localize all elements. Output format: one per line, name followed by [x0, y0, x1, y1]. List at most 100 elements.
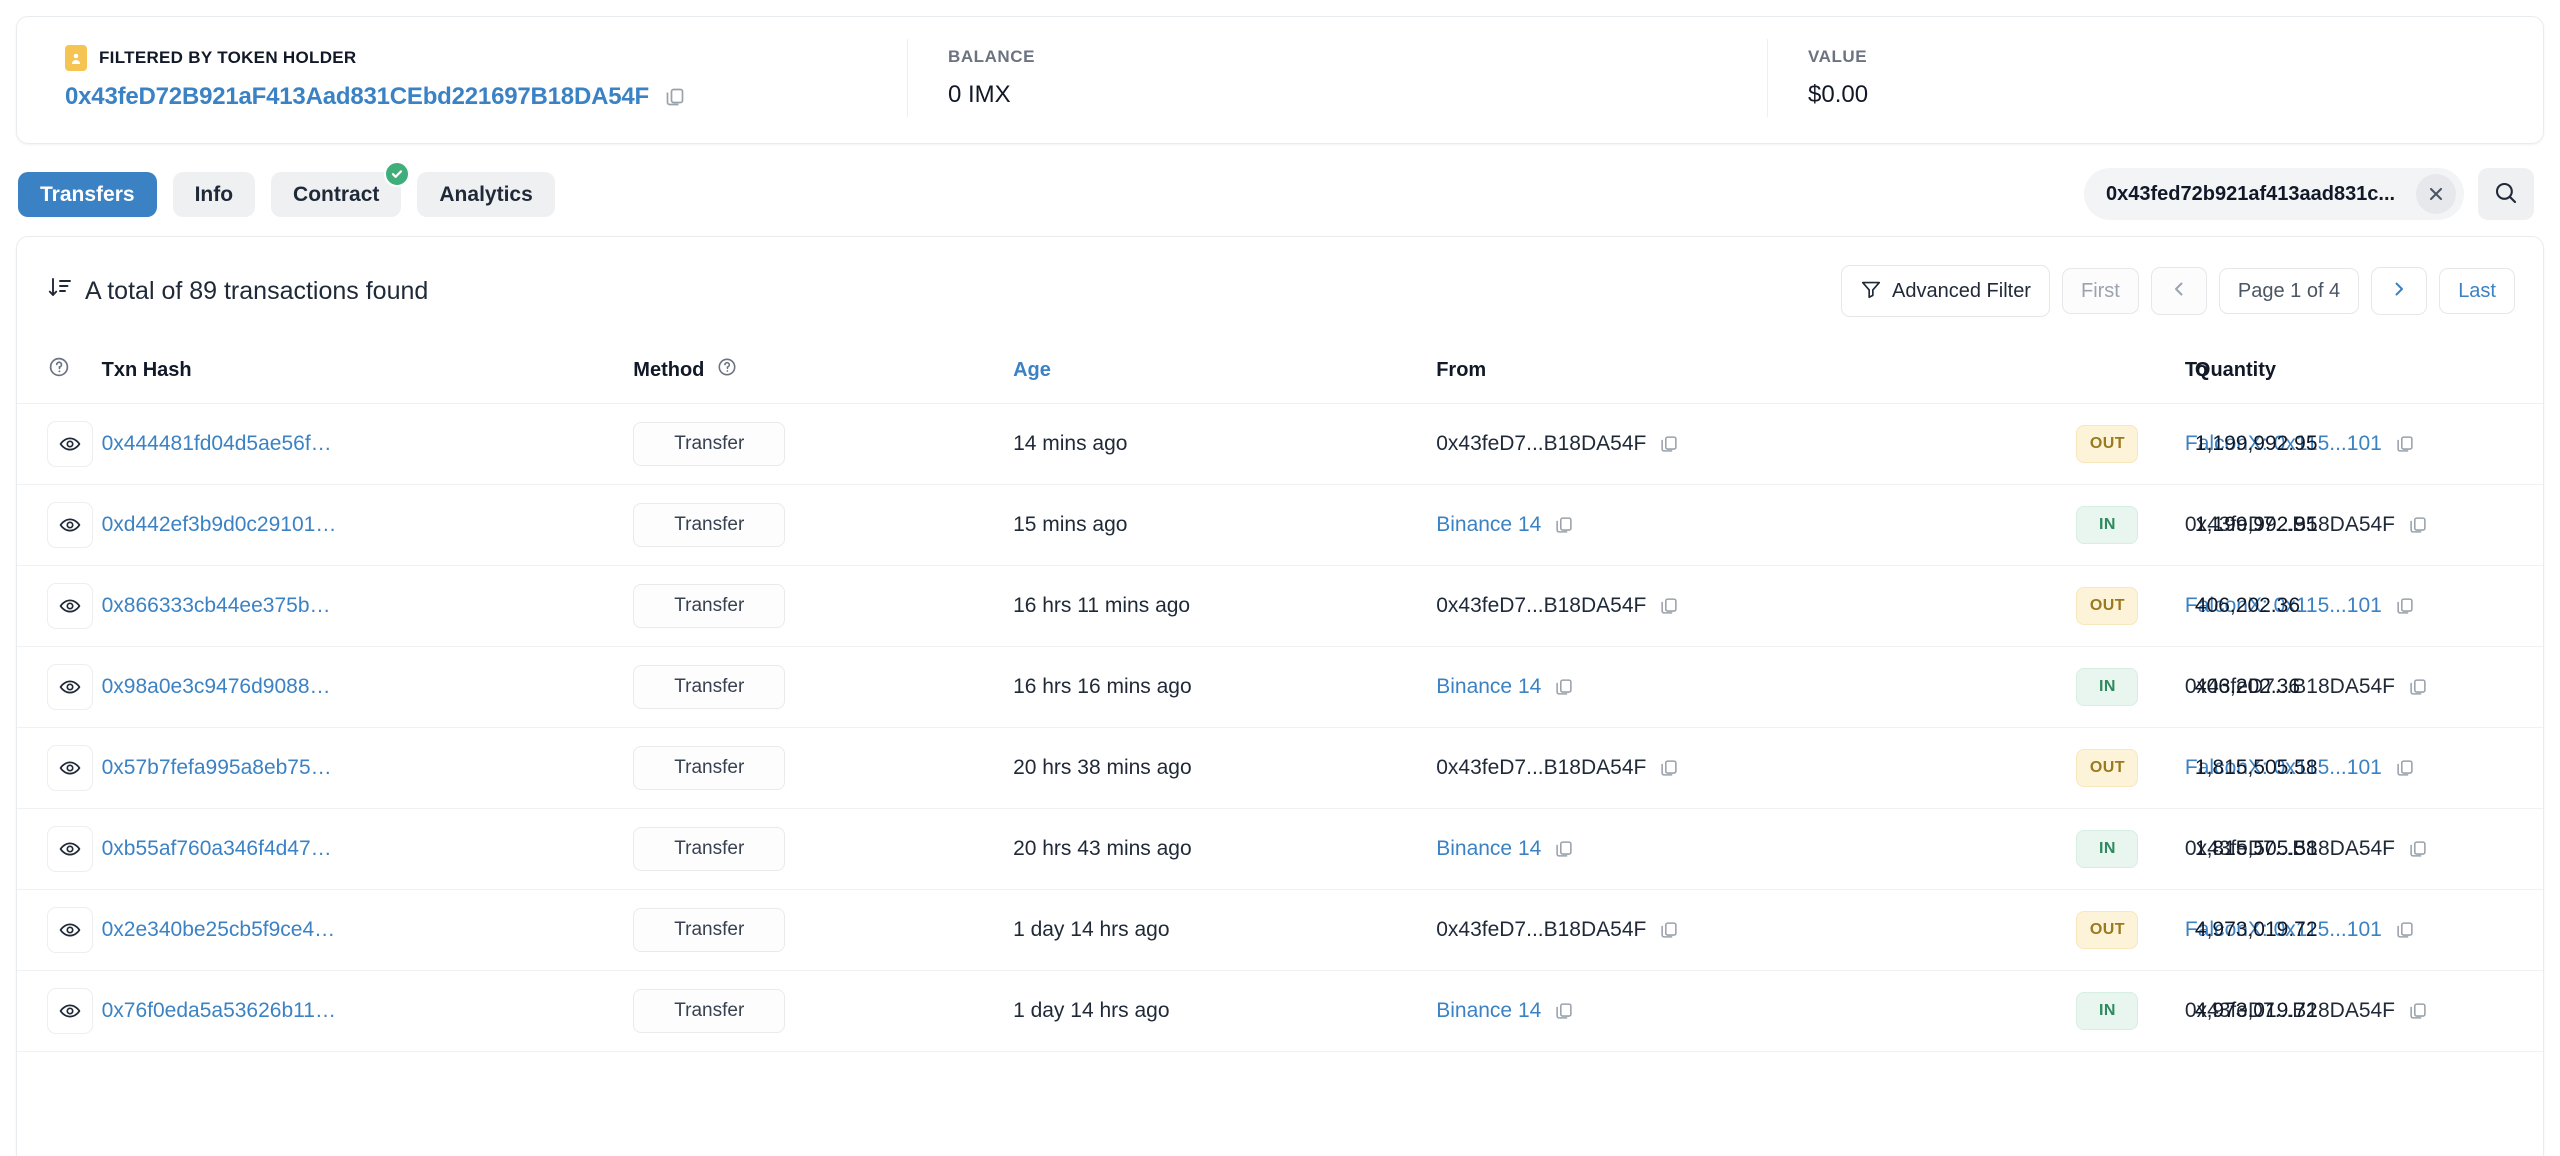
txn-hash-link[interactable]: 0x866333cb44ee375b… [102, 594, 331, 618]
copy-icon[interactable] [2407, 676, 2429, 698]
copy-icon[interactable] [1658, 919, 1680, 941]
copy-icon[interactable] [1658, 757, 1680, 779]
eye-icon[interactable] [47, 988, 93, 1034]
copy-icon[interactable] [663, 85, 687, 109]
tab-analytics[interactable]: Analytics [417, 171, 555, 217]
copy-icon[interactable] [2394, 595, 2416, 617]
last-page-button[interactable]: Last [2439, 268, 2515, 314]
txn-hash-link[interactable]: 0x444481fd04d5ae56f… [102, 432, 332, 456]
table-row: 0xd442ef3b9d0c29101… Transfer 15 mins ag… [17, 484, 2543, 566]
eye-icon[interactable] [47, 502, 93, 548]
copy-icon[interactable] [1553, 838, 1575, 860]
row-direction-cell: IN [2076, 646, 2185, 728]
from-address[interactable]: Binance 14 [1436, 837, 1541, 861]
copy-icon[interactable] [2394, 433, 2416, 455]
direction-badge: IN [2076, 992, 2139, 1030]
header-age[interactable]: Age [1013, 341, 1437, 404]
method-badge[interactable]: Transfer [633, 665, 786, 709]
eye-icon[interactable] [47, 826, 93, 872]
transfers-table-card: A total of 89 transactions found Advance… [16, 236, 2544, 1156]
search-submit-button[interactable] [2478, 168, 2534, 220]
balance-block: BALANCE 0 IMX [907, 39, 1767, 117]
row-txn-hash-cell: 0x57b7fefa995a8eb75… [101, 727, 634, 809]
txn-hash-link[interactable]: 0x98a0e3c9476d9088… [102, 675, 331, 699]
next-page-button[interactable] [2371, 267, 2428, 315]
tab-transfers[interactable]: Transfers [18, 171, 157, 217]
from-address: 0x43feD7...B18DA54F [1436, 918, 1647, 941]
chevron-left-icon [2170, 280, 2188, 302]
method-badge[interactable]: Transfer [633, 746, 786, 790]
eye-icon[interactable] [47, 907, 93, 953]
copy-icon[interactable] [2407, 1000, 2429, 1022]
search-input[interactable] [2106, 182, 2416, 206]
quantity-value: 1,199,992.95 [2194, 432, 2318, 455]
txn-hash-link[interactable]: 0x57b7fefa995a8eb75… [102, 756, 332, 780]
copy-icon[interactable] [2394, 919, 2416, 941]
txn-hash-link[interactable]: 0x2e340be25cb5f9ce4… [102, 918, 336, 942]
row-from-cell: Binance 14 [1436, 484, 2077, 566]
copy-icon[interactable] [2407, 514, 2429, 536]
clear-search-button[interactable] [2416, 174, 2456, 214]
token-holder-summary-card: FILTERED BY TOKEN HOLDER 0x43feD72B921aF… [16, 16, 2544, 144]
row-method-cell: Transfer [633, 808, 1014, 890]
table-body: 0x444481fd04d5ae56f… Transfer 14 mins ag… [17, 403, 2543, 1052]
row-txn-hash-cell: 0xd442ef3b9d0c29101… [101, 484, 634, 566]
row-eye-cell [17, 889, 102, 971]
copy-icon[interactable] [1553, 676, 1575, 698]
txn-hash-link[interactable]: 0xd442ef3b9d0c29101… [102, 513, 337, 537]
header-txn-hash: Txn Hash [101, 341, 634, 404]
tab-info[interactable]: Info [172, 171, 256, 217]
row-direction-cell: OUT [2076, 565, 2185, 647]
advanced-filter-button[interactable]: Advanced Filter [1841, 265, 2050, 317]
previous-page-button[interactable] [2150, 267, 2207, 315]
help-circle-icon[interactable] [716, 356, 738, 384]
first-page-button[interactable]: First [2061, 268, 2139, 314]
filtered-by-token-holder-block: FILTERED BY TOKEN HOLDER 0x43feD72B921aF… [47, 39, 907, 117]
direction-badge: IN [2076, 668, 2139, 706]
row-eye-cell [17, 484, 102, 566]
row-txn-hash-cell: 0x98a0e3c9476d9088… [101, 646, 634, 728]
tab-contract[interactable]: Contract [271, 160, 411, 217]
copy-icon[interactable] [1658, 595, 1680, 617]
row-from-cell: 0x43feD7...B18DA54F [1436, 403, 2077, 485]
row-from-cell: Binance 14 [1436, 808, 2077, 890]
verified-check-icon [384, 160, 411, 187]
copy-icon[interactable] [1553, 514, 1575, 536]
txn-hash-link[interactable]: 0xb55af760a346f4d47… [102, 837, 332, 861]
from-address[interactable]: Binance 14 [1436, 513, 1541, 537]
row-age-cell: 14 mins ago [1013, 403, 1437, 485]
help-circle-icon[interactable] [47, 357, 71, 384]
method-badge[interactable]: Transfer [633, 422, 786, 466]
txn-hash-link[interactable]: 0x76f0eda5a53626b11… [102, 999, 336, 1023]
balance-value: 0 IMX [948, 81, 1011, 108]
eye-icon[interactable] [47, 583, 93, 629]
row-age-cell: 16 hrs 16 mins ago [1013, 646, 1437, 728]
row-method-cell: Transfer [633, 565, 1014, 647]
copy-icon[interactable] [2407, 838, 2429, 860]
eye-icon[interactable] [47, 745, 93, 791]
method-badge[interactable]: Transfer [633, 827, 786, 871]
table-row: 0x444481fd04d5ae56f… Transfer 14 mins ag… [17, 403, 2543, 485]
eye-icon[interactable] [47, 421, 93, 467]
row-age-cell: 1 day 14 hrs ago [1013, 970, 1437, 1052]
copy-icon[interactable] [2394, 757, 2416, 779]
copy-icon[interactable] [1553, 1000, 1575, 1022]
copy-icon[interactable] [1658, 433, 1680, 455]
from-address: 0x43feD7...B18DA54F [1436, 594, 1647, 617]
from-address[interactable]: Binance 14 [1436, 675, 1541, 699]
table-row: 0x98a0e3c9476d9088… Transfer 16 hrs 16 m… [17, 646, 2543, 728]
direction-badge: IN [2076, 830, 2139, 868]
row-from-cell: 0x43feD7...B18DA54F [1436, 727, 2077, 809]
eye-icon[interactable] [47, 664, 93, 710]
row-eye-cell [17, 727, 102, 809]
method-badge[interactable]: Transfer [633, 989, 786, 1033]
method-badge[interactable]: Transfer [633, 584, 786, 628]
sort-descending-icon[interactable] [47, 275, 73, 308]
table-row: 0x76f0eda5a53626b11… Transfer 1 day 14 h… [17, 970, 2543, 1052]
holder-address-link[interactable]: 0x43feD72B921aF413Aad831CEbd221697B18DA5… [65, 83, 649, 111]
method-badge[interactable]: Transfer [633, 908, 786, 952]
transactions-total: A total of 89 transactions found [47, 275, 428, 308]
from-address[interactable]: Binance 14 [1436, 999, 1541, 1023]
method-badge[interactable]: Transfer [633, 503, 786, 547]
quantity-value: 4,973,019.72 [2194, 918, 2318, 941]
